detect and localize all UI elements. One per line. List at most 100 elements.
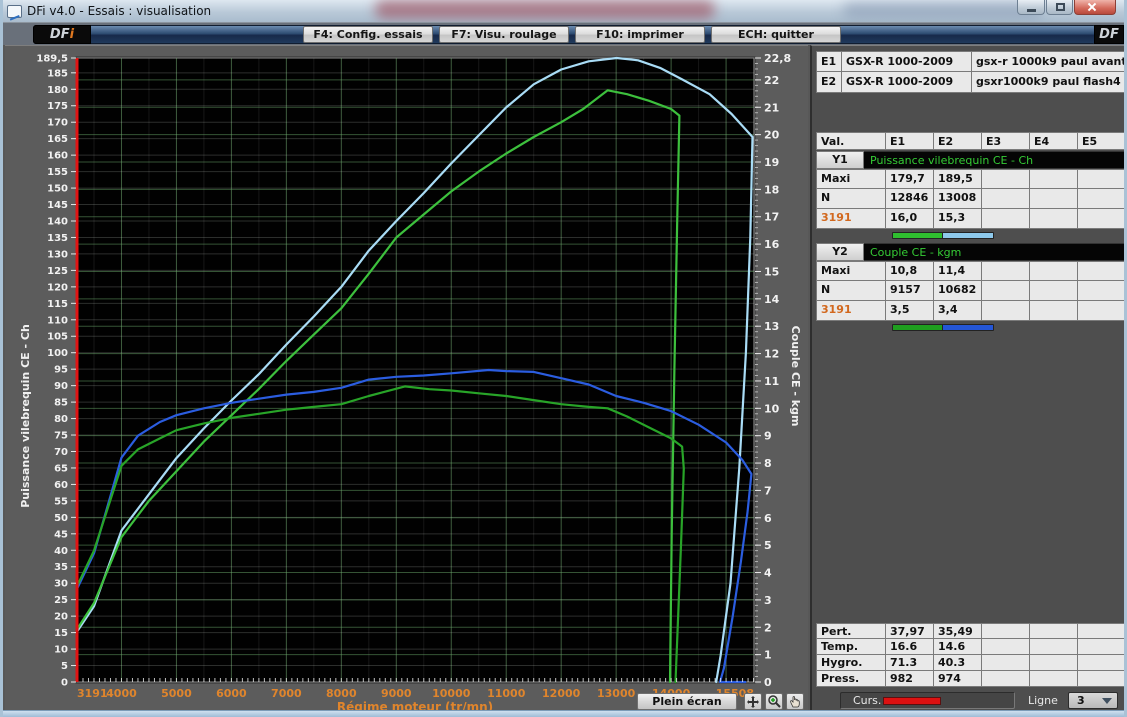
run-model: GSX-R 1000-2009 [842,51,972,72]
value-cell [1078,671,1124,687]
value-cell [982,655,1030,671]
value-cell [1030,209,1078,229]
maximize-button[interactable] [1046,0,1073,15]
svg-text:115: 115 [47,299,68,310]
col-header: E5 [1078,132,1124,150]
svg-text:11: 11 [764,375,779,388]
value-cell [1030,301,1078,321]
svg-text:5000: 5000 [161,687,192,700]
y1-button[interactable]: Y1 [816,151,864,169]
svg-text:14: 14 [764,293,780,306]
minimize-button[interactable] [1017,0,1045,15]
curs-label: Curs. [853,694,882,707]
svg-text:20: 20 [54,612,68,623]
svg-text:10: 10 [54,645,68,656]
window-title: DFi v4.0 - Essais : visualisation [27,4,212,18]
svg-text:3: 3 [764,594,772,607]
window-bottom-border [3,710,1124,717]
value-cell [1030,169,1078,189]
value-cell [1030,189,1078,209]
run-row-e2[interactable]: E2 GSX-R 1000-2009 gsxr1000k9 paul flash… [816,72,1124,93]
button-visu-roulage[interactable]: F7: Visu. roulage [439,26,569,43]
fullscreen-button[interactable]: Plein écran [637,693,737,710]
svg-text:17: 17 [764,211,779,224]
title-bar: DFi v4.0 - Essais : visualisation [3,0,1124,22]
col-header: E4 [1030,132,1078,150]
svg-text:13: 13 [764,320,779,333]
svg-text:35: 35 [54,562,68,573]
move-icon [747,695,759,708]
svg-text:15: 15 [764,265,779,278]
ligne-dropdown[interactable]: 3 [1068,692,1118,709]
chart-panel: 189,5 185 180 175 170 165 160 155 150 145 140 135 13… [5,45,808,714]
y1-series-name: Puissance vilebrequin CE - Ch [864,151,1124,169]
cursor-controls: Curs. Ligne 3 [812,691,1124,711]
hand-icon [790,696,800,708]
pan-tool-button[interactable] [786,693,804,710]
svg-text:90: 90 [54,381,68,392]
table-row: Press. 982 974 [816,671,1124,687]
value-cell [1078,301,1124,321]
value-cell [1078,639,1124,655]
y1-e1-color-swatch [892,232,944,239]
value-cell: 982 [886,671,934,687]
toolbar: DFi F4: Config. essais F7: Visu. roulage… [3,22,1124,45]
close-button[interactable] [1074,0,1116,15]
svg-text:18: 18 [764,183,779,196]
value-cell: 14.6 [934,639,982,655]
ligne-value: 3 [1077,694,1085,707]
value-cell [1078,281,1124,301]
svg-text:150: 150 [47,184,68,195]
value-cell [1030,639,1078,655]
svg-text:165: 165 [47,134,68,145]
button-imprimer[interactable]: F10: imprimer [575,26,705,43]
value-cell: 16.6 [886,639,934,655]
svg-text:6: 6 [764,512,772,525]
value-cell [1030,671,1078,687]
button-config-essais[interactable]: F4: Config. essais [303,26,433,43]
svg-text:75: 75 [54,431,68,442]
svg-text:4: 4 [764,567,772,580]
move-tool-button[interactable] [744,693,762,710]
svg-text:16: 16 [764,238,780,251]
button-quitter[interactable]: ECH: quitter [711,26,841,43]
value-cell [1030,261,1078,281]
svg-text:9: 9 [764,430,772,443]
table-row: Pert. 37,97 35,49 [816,623,1124,639]
value-cell: 40.3 [934,655,982,671]
svg-text:140: 140 [47,216,68,227]
y2-button[interactable]: Y2 [816,243,864,261]
svg-text:13000: 13000 [597,687,636,700]
svg-text:175: 175 [47,101,68,112]
y2-rows: Maxi 10,8 11,4 N 9157 10682 3191 3,5 3,4 [816,261,1124,321]
cursor-color-swatch [883,696,942,705]
svg-text:20: 20 [764,129,780,142]
value-cell: 10682 [934,281,982,301]
app-window: DFi v4.0 - Essais : visualisation DFi F4… [0,0,1127,717]
svg-text:22,8: 22,8 [764,52,791,65]
svg-text:7000: 7000 [271,687,302,700]
svg-text:125: 125 [47,266,68,277]
svg-text:40: 40 [54,546,68,557]
svg-text:9000: 9000 [381,687,412,700]
row-label: Press. [816,671,886,687]
svg-text:8: 8 [764,457,772,470]
run-id: E2 [816,72,842,93]
svg-text:10: 10 [764,402,780,415]
blurred-watermark-2 [843,2,1043,17]
value-cell [1078,623,1124,639]
row-label: N [816,281,886,301]
minimize-icon [1027,9,1036,12]
zoom-tool-button[interactable] [765,693,783,710]
value-cell: 974 [934,671,982,687]
value-cell [982,623,1030,639]
svg-text:2: 2 [764,621,772,634]
zoom-icon [767,695,781,708]
value-cell [982,639,1030,655]
svg-text:Couple CE - kgm: Couple CE - kgm [789,326,802,427]
value-cell [982,301,1030,321]
dyno-chart[interactable]: 189,518518017517016516015515014514013513… [5,46,808,714]
y2-series-name: Couple CE - kgm [864,243,1124,261]
y2-section-header: Y2 Couple CE - kgm [816,243,1124,261]
run-row-e1[interactable]: E1 GSX-R 1000-2009 gsx-r 1000k9 paul ava… [816,51,1124,72]
